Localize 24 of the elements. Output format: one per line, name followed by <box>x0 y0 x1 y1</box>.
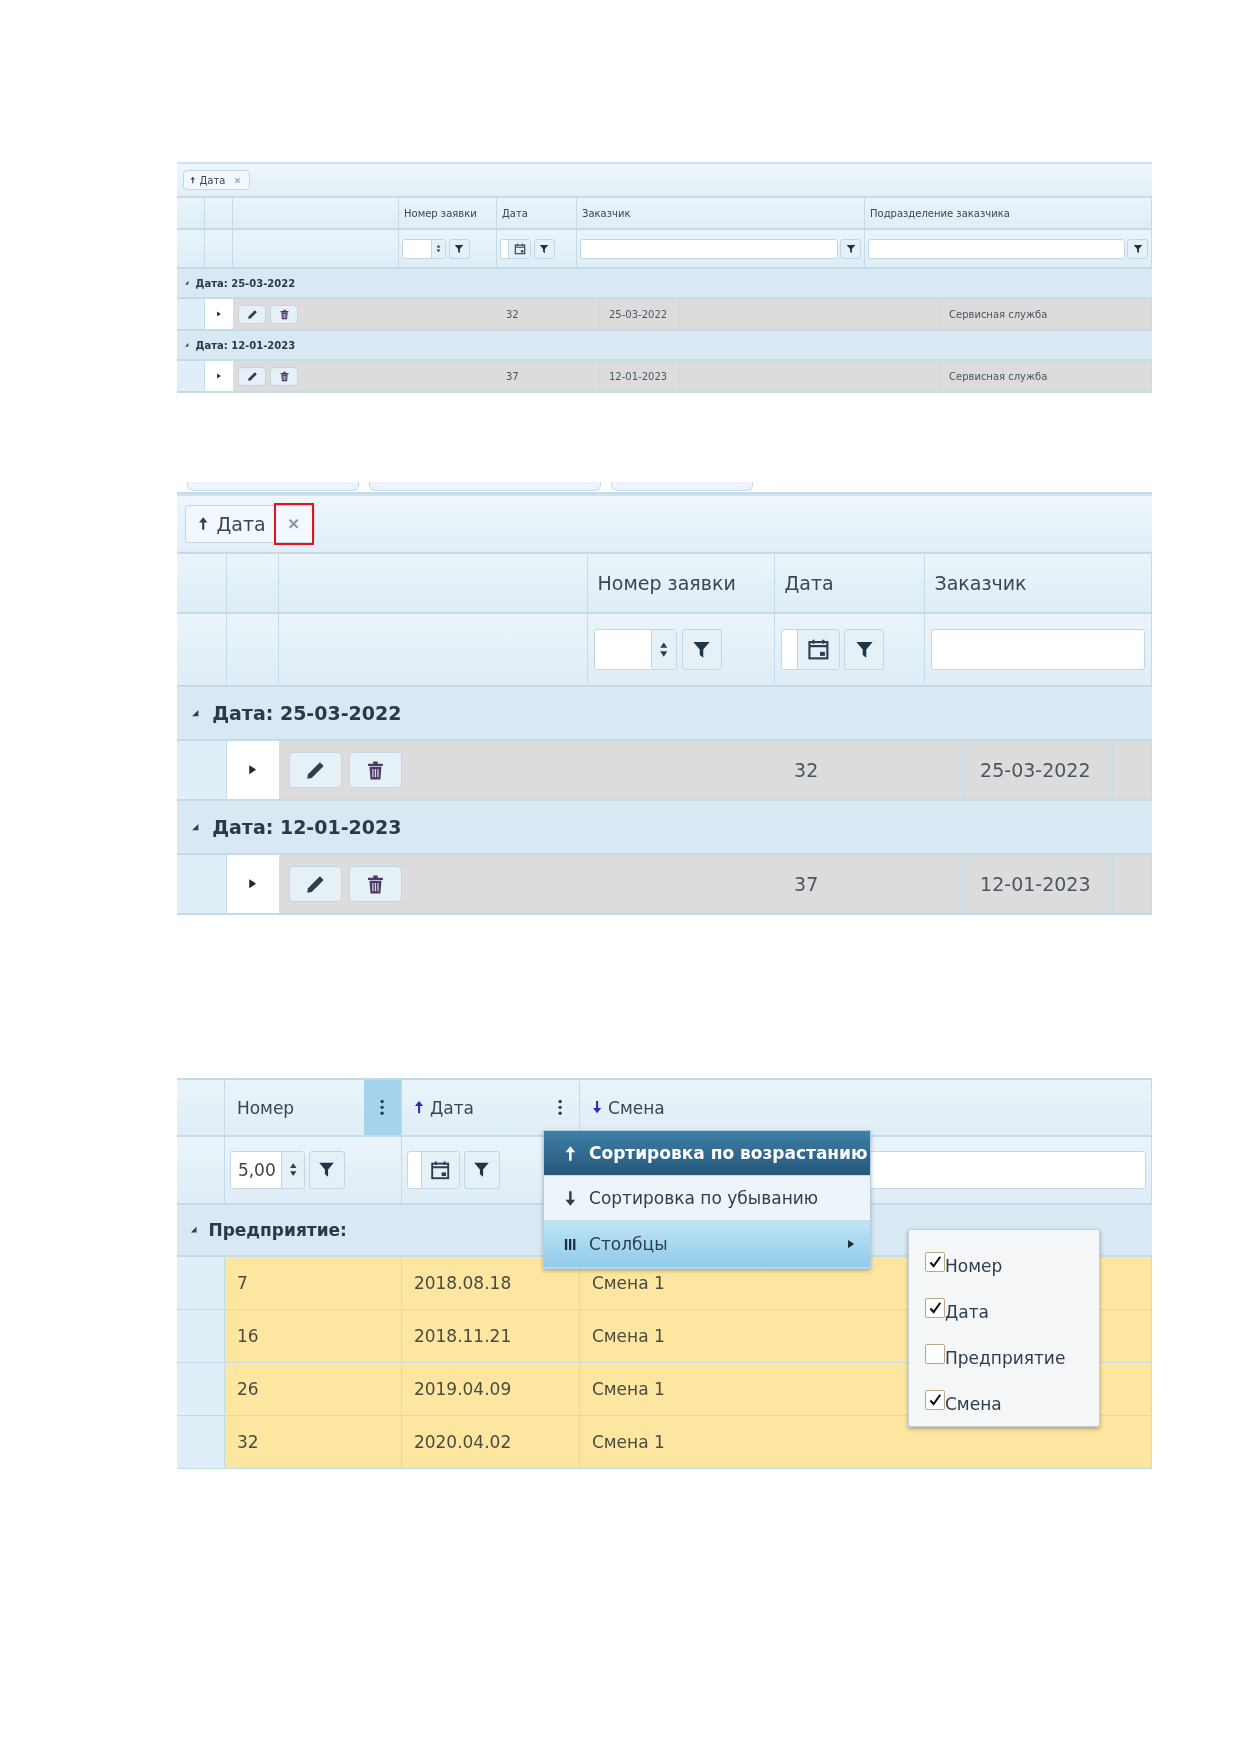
table-cell: 16 <box>225 1310 402 1362</box>
table-cell: 25-03-2022 <box>963 741 1113 799</box>
table-cell: 32 <box>497 299 600 329</box>
table-cell: 37 <box>497 361 600 391</box>
group-label: Дата: 25-03-2022 <box>195 277 296 289</box>
group-label: Предприятие: <box>208 1220 347 1240</box>
table-cell: Сервисная служба <box>940 299 1152 329</box>
table-cell: 12-01-2023 <box>600 361 680 391</box>
group-label: Дата: 25-03-2022 <box>212 702 402 724</box>
table-cell: 32 <box>777 741 963 799</box>
table-cell: 7 <box>225 1257 402 1309</box>
table-cell: 2018.11.21 <box>402 1310 580 1362</box>
table-cell: 2020.04.02 <box>402 1416 580 1468</box>
chip-label: Дата <box>199 174 226 186</box>
table-cell: 37 <box>777 855 963 913</box>
table-cell: 26 <box>225 1363 402 1415</box>
table-cell: 32 <box>225 1416 402 1468</box>
table-cell: Сервисная служба <box>940 361 1152 391</box>
group-label: Дата: 12-01-2023 <box>195 339 296 351</box>
chip-label: Дата <box>216 513 266 535</box>
table-cell: 25-03-2022 <box>600 299 680 329</box>
table-cell: 2019.04.09 <box>402 1363 580 1415</box>
table-cell: 12-01-2023 <box>963 855 1113 913</box>
group-label: Дата: 12-01-2023 <box>212 816 402 838</box>
